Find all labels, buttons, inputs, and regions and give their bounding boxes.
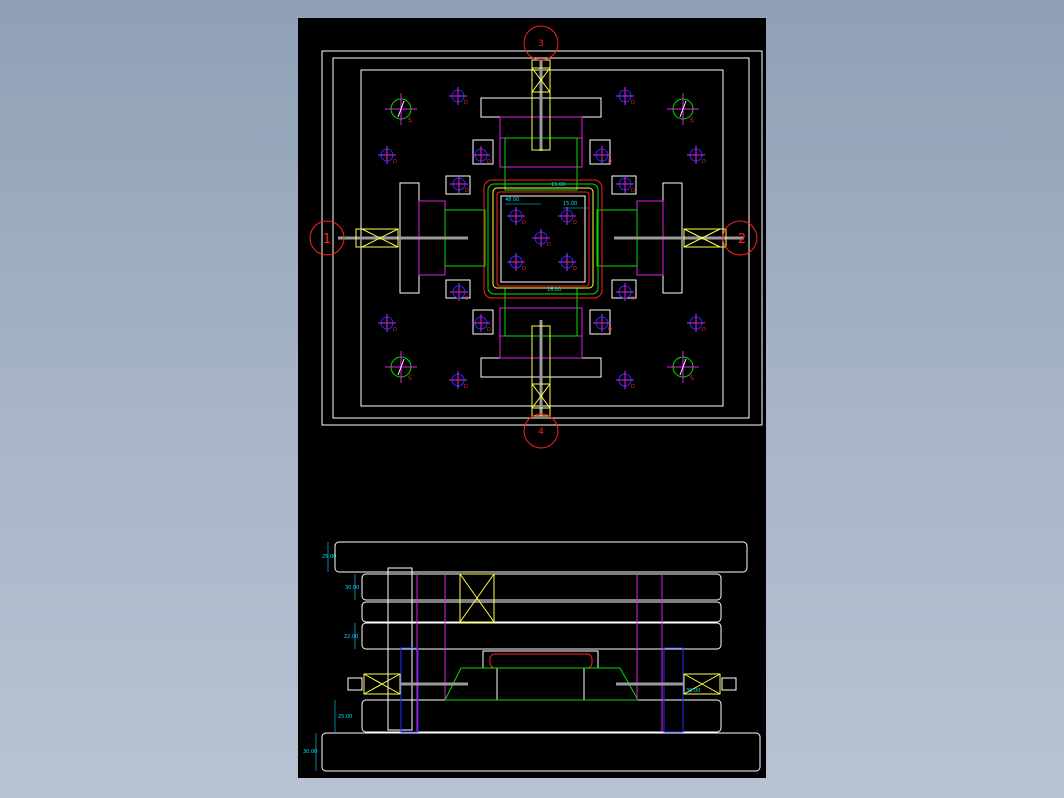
side-details	[347, 567, 737, 733]
side-dim-1: 25.00	[322, 554, 336, 560]
drawing-sheet: S S S S D D D D D D D D D D D D D D D D D D D D D 1 2 3 4 15.00…	[298, 18, 766, 778]
dowel-hole: D	[507, 207, 526, 226]
dowel-hole: D	[450, 283, 469, 302]
side-plate-b	[361, 601, 722, 623]
guide-pillar: S	[385, 93, 417, 125]
dowel-mark: D	[393, 327, 397, 333]
dowel-hole: D	[687, 146, 706, 165]
dowel-mark: D	[608, 327, 612, 333]
dowel-hole: D	[558, 207, 577, 226]
side-blue-insert	[663, 647, 684, 733]
plan-dim-right: 15.00	[563, 201, 577, 207]
dowel-hole: D	[616, 371, 635, 390]
dowel-mark: D	[465, 188, 469, 194]
dowel-mark: D	[547, 242, 551, 248]
side-plate-a	[361, 573, 722, 601]
side-dim-6: 30.00	[686, 688, 700, 694]
side-dim-3: 22.00	[344, 634, 358, 640]
plan-dim-bottom: 16.00	[547, 287, 561, 293]
balloon-1-label: 1	[323, 232, 331, 247]
side-dim-5: 30.00	[303, 749, 317, 755]
side-left-end	[347, 677, 363, 691]
dowel-mark: D	[573, 220, 577, 226]
guide-pillar: S	[385, 351, 417, 383]
dowel-mark: D	[702, 159, 706, 165]
dowel-hole: D	[449, 371, 468, 390]
dowel-mark: D	[465, 296, 469, 302]
dowel-mark: D	[702, 327, 706, 333]
dowel-mark: D	[631, 384, 635, 390]
dowel-mark: D	[631, 188, 635, 194]
dowel-hole: D	[378, 146, 397, 165]
wedge-block	[589, 309, 611, 335]
side-dim-4: 25.00	[338, 714, 352, 720]
balloon-3-label: 3	[538, 39, 544, 49]
plan-dim-top: 15.00	[551, 182, 565, 188]
guide-mark: S	[690, 117, 694, 124]
guide-pillar: S	[667, 93, 699, 125]
dowel-mark: D	[631, 296, 635, 302]
guide-pillar: S	[667, 351, 699, 383]
dowel-hole: D	[507, 253, 526, 272]
dowel-hole: D	[616, 175, 635, 194]
guide-mark: S	[408, 117, 412, 124]
balloon-2-label: 2	[738, 232, 746, 247]
dowel-hole: D	[378, 314, 397, 333]
dowel-mark: D	[487, 327, 491, 333]
guide-mark: S	[408, 375, 412, 382]
plan-view: S S S S D D D D D D D D D D D D D D D D D D D D D	[309, 25, 763, 449]
dowel-mark: D	[464, 384, 468, 390]
guide-mark: S	[690, 375, 694, 382]
side-slider-outline	[444, 667, 639, 701]
side-bottom-plate	[321, 732, 761, 772]
dowel-hole: D	[449, 87, 468, 106]
dowel-mark: D	[522, 220, 526, 226]
plan-dim-left: 48.00	[505, 197, 519, 203]
dowel-mark: D	[608, 159, 612, 165]
dowel-hole: D	[593, 314, 612, 333]
mold-drawing: S S S S D D D D D D D D D D D D D D D D D D D D D 1 2 3 4 15.00…	[303, 25, 763, 772]
dowel-hole: D	[687, 314, 706, 333]
side-plate-c	[361, 622, 722, 650]
side-right-end	[721, 677, 737, 691]
dowel-hole: D	[472, 314, 491, 333]
side-inner-core	[496, 667, 585, 701]
dowel-hole: D	[593, 146, 612, 165]
side-dim-2: 30.00	[345, 585, 359, 591]
dowel-hole: D	[450, 175, 469, 194]
side-plate-d	[361, 699, 722, 733]
dowel-mark: D	[487, 159, 491, 165]
dowel-hole: D	[472, 146, 491, 165]
dowel-hole: D	[616, 87, 635, 106]
dowel-mark: D	[631, 100, 635, 106]
dowel-hole: D	[532, 229, 551, 248]
dowel-hole: D	[616, 283, 635, 302]
dowel-mark: D	[464, 100, 468, 106]
side-blue-insert	[400, 647, 419, 733]
dowel-mark: D	[573, 266, 577, 272]
balloon-4-label: 4	[538, 427, 544, 437]
cavity-outer-red	[483, 179, 603, 299]
dowel-mark: D	[522, 266, 526, 272]
dowel-hole: D	[558, 253, 577, 272]
side-cavity	[489, 653, 593, 669]
dowel-mark: D	[393, 159, 397, 165]
